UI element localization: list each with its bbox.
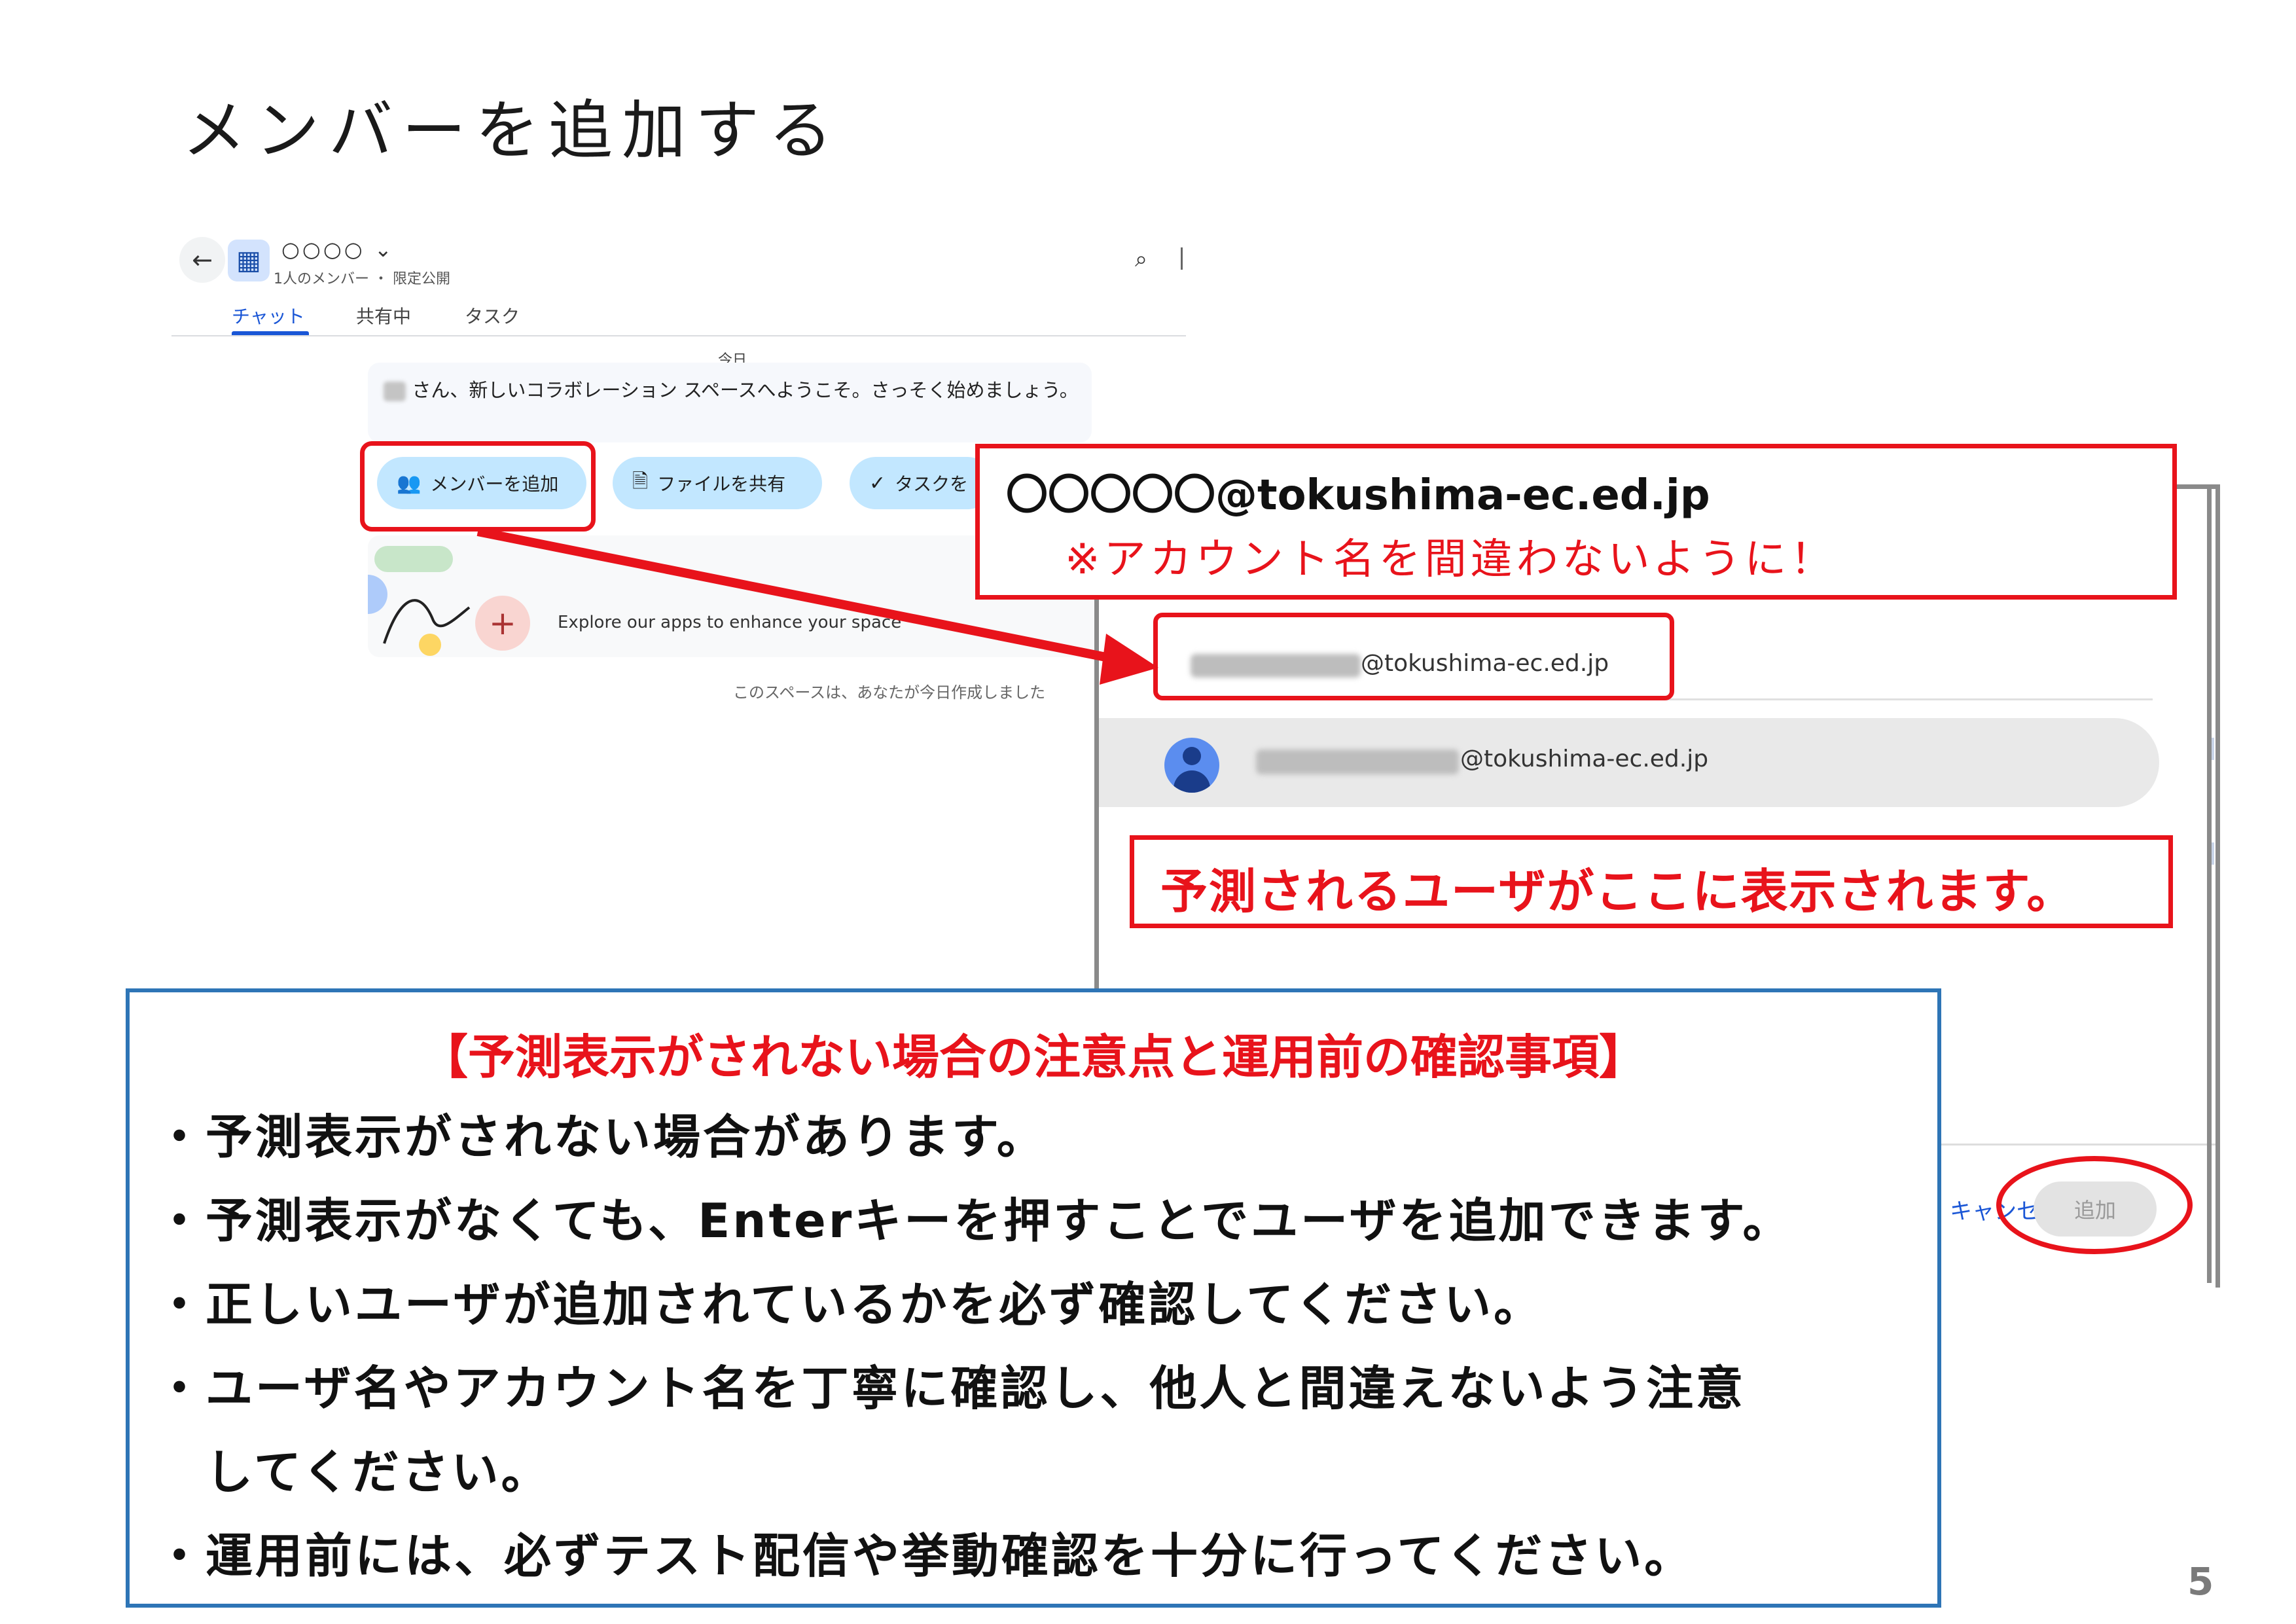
caution-notes-box: 【予測表示がされない場合の注意点と運用前の確認事項】 ・予測表示がされない場合が… [126, 988, 1941, 1608]
email-format-callout: 〇〇〇〇〇@tokushima-ec.ed.jp ※アカウント名を間違わないよう… [975, 444, 2177, 600]
add-button-highlight [1996, 1156, 2193, 1254]
note-item: ・予測表示がなくても、Enterキーを押すことでユーザを追加できます。 [156, 1193, 1793, 1248]
note-item: ・運用前には、必ずテスト配信や挙動確認を十分に行ってください。 [156, 1528, 1695, 1583]
email-warning: ※アカウント名を間違わないように！ [1065, 535, 1837, 584]
prediction-note: 予測されるユーザがここに表示されます。 [1160, 864, 2075, 919]
input-highlight [1153, 613, 1674, 700]
page-number: 5 [2187, 1559, 2214, 1604]
notes-heading: 【予測表示がされない場合の注意点と運用前の確認事項】 [420, 1030, 1646, 1085]
email-format: 〇〇〇〇〇@tokushima-ec.ed.jp [1006, 471, 1710, 520]
prediction-callout: 予測されるユーザがここに表示されます。 [1130, 835, 2173, 928]
note-item: ・正しいユーザが追加されているかを必ず確認してください。 [156, 1277, 1544, 1332]
note-item: ・ユーザ名やアカウント名を丁寧に確認し、他人と間違えないよう注意 [156, 1361, 1746, 1416]
note-item: ・予測表示がされない場合があります。 [156, 1110, 1047, 1164]
note-item: してください。 [156, 1445, 551, 1500]
